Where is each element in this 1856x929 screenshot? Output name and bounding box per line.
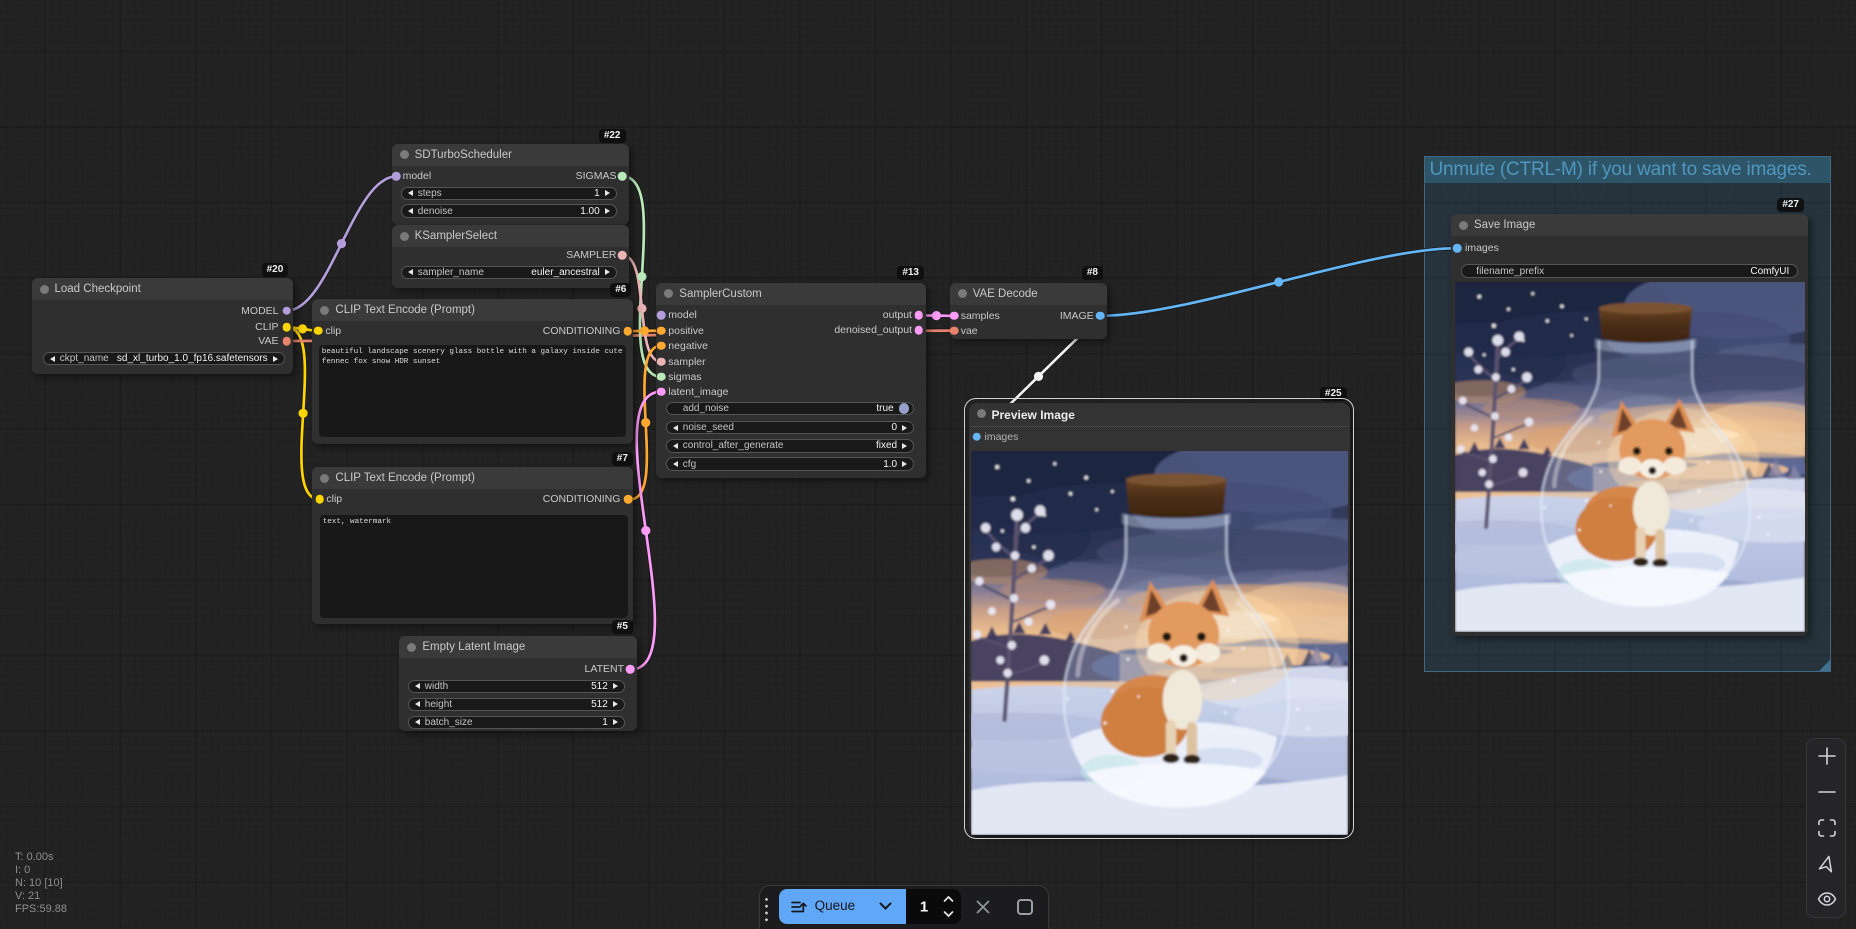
svg-text:1: 1 [920, 899, 928, 916]
